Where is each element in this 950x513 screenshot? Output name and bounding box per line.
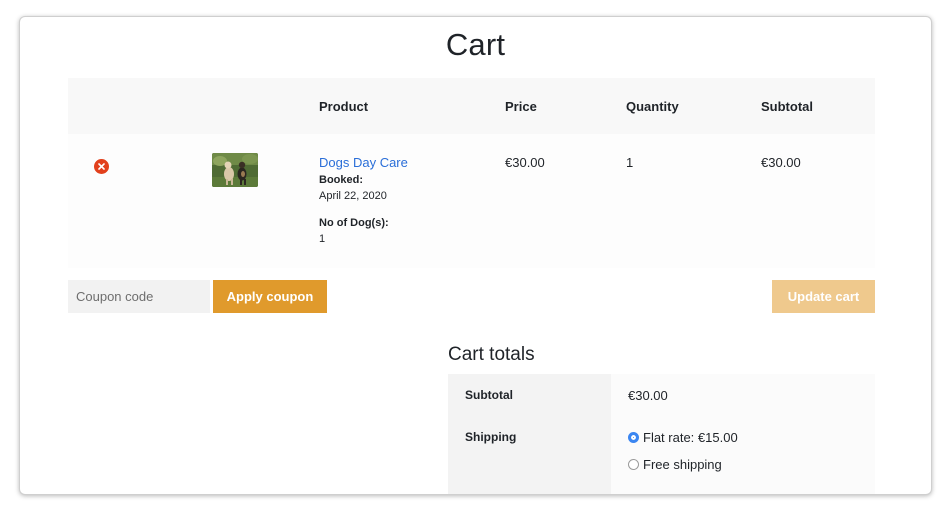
booked-label: Booked: bbox=[319, 174, 363, 186]
totals-shipping-label: Shipping bbox=[448, 416, 611, 494]
browser-window: Cart Product Price Quantity Subtotal Dog… bbox=[19, 16, 932, 495]
cart-actions: Apply coupon Update cart bbox=[68, 280, 875, 314]
page-title: Cart bbox=[445, 27, 506, 62]
shipping-option-flat-rate[interactable]: Flat rate: €15.00 bbox=[628, 430, 875, 457]
item-price: €30.00 bbox=[505, 155, 545, 170]
radio-unselected-icon[interactable] bbox=[628, 459, 639, 470]
coupon-code-input[interactable] bbox=[68, 280, 210, 313]
totals-subtotal-value: €30.00 bbox=[611, 374, 875, 416]
dogs-count-label: No of Dog(s): bbox=[319, 217, 389, 229]
product-thumbnail[interactable] bbox=[212, 153, 258, 187]
booked-value: April 22, 2020 bbox=[319, 190, 387, 202]
table-row: Dogs Day Care Booked: April 22, 2020 No … bbox=[68, 134, 875, 268]
dogs-count-value: 1 bbox=[319, 233, 326, 245]
header-price: Price bbox=[505, 99, 537, 114]
dogs-photo bbox=[212, 153, 258, 187]
totals-shipping-row: Shipping Flat rate: €15.00 Free shipping bbox=[448, 416, 875, 494]
shipping-option-label: Flat rate: €15.00 bbox=[643, 430, 738, 445]
cart-table: Product Price Quantity Subtotal Dogs Day… bbox=[68, 78, 875, 268]
item-subtotal: €30.00 bbox=[761, 155, 801, 170]
cart-totals-title: Cart totals bbox=[448, 344, 535, 365]
radio-selected-icon[interactable] bbox=[628, 432, 639, 443]
close-icon bbox=[98, 163, 105, 170]
table-header: Product Price Quantity Subtotal bbox=[68, 78, 875, 134]
totals-subtotal-label: Subtotal bbox=[448, 374, 611, 416]
header-subtotal: Subtotal bbox=[761, 99, 813, 114]
header-product: Product bbox=[319, 99, 369, 114]
header-quantity: Quantity bbox=[626, 99, 679, 114]
cart-totals-table: Subtotal €30.00 Shipping Flat rate: €15.… bbox=[448, 374, 875, 494]
shipping-options: Flat rate: €15.00 Free shipping bbox=[611, 416, 875, 494]
remove-item-icon[interactable] bbox=[94, 159, 109, 174]
item-quantity[interactable]: 1 bbox=[626, 155, 633, 170]
apply-coupon-button[interactable]: Apply coupon bbox=[213, 280, 327, 313]
shipping-option-free[interactable]: Free shipping bbox=[628, 457, 875, 472]
update-cart-button[interactable]: Update cart bbox=[772, 280, 875, 313]
shipping-option-label: Free shipping bbox=[643, 457, 722, 472]
product-name-link[interactable]: Dogs Day Care bbox=[319, 155, 408, 170]
totals-subtotal-row: Subtotal €30.00 bbox=[448, 374, 875, 416]
